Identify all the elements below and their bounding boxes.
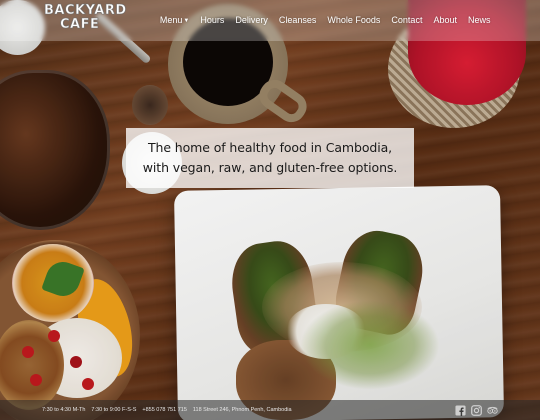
site-header: BACKYARD CAFE Menu▼ Hours Delivery Clean… xyxy=(0,0,540,41)
nav-item-news[interactable]: News xyxy=(462,0,496,41)
hours-weekday: 7:30 to 4:30 M-Th xyxy=(42,407,86,413)
logo-line1: BACKYARD xyxy=(44,3,127,18)
tagline-line1: The home of healthy food in Cambodia, xyxy=(147,140,393,155)
nav-item-label: Delivery xyxy=(235,15,268,25)
nav-item-label: About xyxy=(433,15,457,25)
tagline-line2: with vegan, raw, and gluten-free options… xyxy=(142,160,398,175)
hours-weekend: 7:30 to 9:00 F-S-S xyxy=(91,407,137,413)
hero-background-photo xyxy=(0,0,540,420)
nav-item-label: Cleanses xyxy=(278,15,317,25)
instagram-icon[interactable] xyxy=(471,404,482,416)
social-links xyxy=(455,404,498,416)
nav-item-cleanses[interactable]: Cleanses xyxy=(273,0,322,41)
main-nav: Menu▼ Hours Delivery Cleanses Whole Food… xyxy=(154,0,496,41)
chevron-down-icon: ▼ xyxy=(183,18,190,24)
photo-overlay xyxy=(0,0,540,420)
hero-tagline: The home of healthy food in Cambodia, wi… xyxy=(126,128,414,188)
nav-item-hours[interactable]: Hours xyxy=(195,0,230,41)
nav-item-whole-foods[interactable]: Whole Foods xyxy=(322,0,386,41)
site-logo[interactable]: BACKYARD CAFE xyxy=(44,3,127,38)
nav-item-label: Menu xyxy=(159,15,183,25)
nav-item-menu[interactable]: Menu▼ xyxy=(154,0,194,41)
nav-item-contact[interactable]: Contact xyxy=(386,0,428,41)
logo-line2: CAFE xyxy=(60,17,100,32)
facebook-icon[interactable] xyxy=(455,404,466,416)
nav-item-label: News xyxy=(467,15,491,25)
phone-number[interactable]: +855 078 751 715 xyxy=(142,407,187,413)
tripadvisor-icon[interactable] xyxy=(487,405,498,416)
nav-item-delivery[interactable]: Delivery xyxy=(230,0,274,41)
nav-item-label: Whole Foods xyxy=(327,15,381,25)
nav-item-label: Contact xyxy=(391,15,423,25)
nav-item-about[interactable]: About xyxy=(428,0,463,41)
nav-item-label: Hours xyxy=(200,15,225,25)
footer-info: 7:30 to 4:30 M-Th 7:30 to 9:00 F-S-S +85… xyxy=(42,400,298,420)
address: 118 Street 246, Phnom Penh, Cambodia xyxy=(192,407,292,413)
site-footer: 7:30 to 4:30 M-Th 7:30 to 9:00 F-S-S +85… xyxy=(0,400,540,420)
